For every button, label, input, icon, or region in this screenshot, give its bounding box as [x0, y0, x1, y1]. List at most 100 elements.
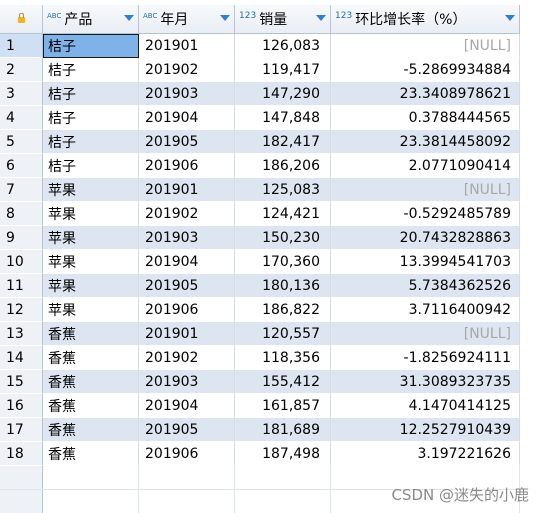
cell-growth[interactable]: 0.3788444565: [331, 106, 520, 130]
cell-sales[interactable]: 126,083: [235, 34, 331, 58]
cell-product[interactable]: 桔子: [43, 154, 139, 178]
table-row[interactable]: 3 桔子 201903 147,290 23.3408978621: [0, 82, 520, 106]
table-row[interactable]: 2 桔子 201902 119,417 -5.2869934884: [0, 58, 520, 82]
cell-yearmonth[interactable]: 201901: [139, 34, 235, 58]
row-number[interactable]: 14: [0, 346, 43, 370]
cell-product[interactable]: 苹果: [43, 274, 139, 298]
cell-growth[interactable]: 23.3408978621: [331, 82, 520, 106]
cell-yearmonth[interactable]: 201904: [139, 394, 235, 418]
table-row[interactable]: 1 桔子 201901 126,083 [NULL]: [0, 34, 520, 58]
table-row[interactable]: 11 苹果 201905 180,136 5.7384362526: [0, 274, 520, 298]
table-row[interactable]: 13 香蕉 201901 120,557 [NULL]: [0, 322, 520, 346]
column-header-growth[interactable]: 123 环比增长率（%）: [331, 5, 520, 33]
cell-growth[interactable]: 4.1470414125: [331, 394, 520, 418]
sort-filter-icon[interactable]: [124, 15, 134, 21]
sort-filter-icon[interactable]: [316, 15, 326, 21]
cell-product[interactable]: 桔子: [43, 82, 139, 106]
cell-yearmonth[interactable]: 201904: [139, 106, 235, 130]
row-number[interactable]: 13: [0, 322, 43, 346]
cell-sales[interactable]: 186,206: [235, 154, 331, 178]
cell-yearmonth[interactable]: 201906: [139, 298, 235, 322]
cell-product[interactable]: 桔子: [43, 58, 139, 82]
cell-product[interactable]: 香蕉: [43, 346, 139, 370]
row-number[interactable]: 3: [0, 82, 43, 106]
vertical-scroll-area[interactable]: [520, 0, 539, 513]
table-row[interactable]: 14 香蕉 201902 118,356 -1.8256924111: [0, 346, 520, 370]
cell-product[interactable]: 苹果: [43, 250, 139, 274]
row-number[interactable]: 16: [0, 394, 43, 418]
cell-yearmonth[interactable]: 201903: [139, 82, 235, 106]
cell-sales[interactable]: 187,498: [235, 442, 331, 466]
table-row[interactable]: 12 苹果 201906 186,822 3.7116400942: [0, 298, 520, 322]
cell-growth[interactable]: [NULL]: [331, 178, 520, 202]
cell-yearmonth[interactable]: 201902: [139, 58, 235, 82]
row-number[interactable]: 17: [0, 418, 43, 442]
cell-product[interactable]: 苹果: [43, 202, 139, 226]
column-header-yearmonth[interactable]: ABC 年月: [139, 5, 235, 33]
cell-yearmonth[interactable]: 201904: [139, 250, 235, 274]
row-number[interactable]: 15: [0, 370, 43, 394]
cell-growth[interactable]: 3.7116400942: [331, 298, 520, 322]
cell-growth[interactable]: 2.0771090414: [331, 154, 520, 178]
cell-growth[interactable]: 3.197221626: [331, 442, 520, 466]
cell-yearmonth[interactable]: 201903: [139, 226, 235, 250]
cell-growth[interactable]: [NULL]: [331, 322, 520, 346]
cell-yearmonth[interactable]: 201903: [139, 370, 235, 394]
cell-growth[interactable]: 13.3994541703: [331, 250, 520, 274]
cell-sales[interactable]: 182,417: [235, 130, 331, 154]
cell-product[interactable]: 香蕉: [43, 442, 139, 466]
cell-sales[interactable]: 120,557: [235, 322, 331, 346]
table-row[interactable]: 10 苹果 201904 170,360 13.3994541703: [0, 250, 520, 274]
cell-sales[interactable]: 161,857: [235, 394, 331, 418]
cell-sales[interactable]: 181,689: [235, 418, 331, 442]
table-row[interactable]: 4 桔子 201904 147,848 0.3788444565: [0, 106, 520, 130]
cell-sales[interactable]: 147,290: [235, 82, 331, 106]
row-number[interactable]: 12: [0, 298, 43, 322]
row-number[interactable]: 10: [0, 250, 43, 274]
cell-growth[interactable]: 23.3814458092: [331, 130, 520, 154]
cell-yearmonth[interactable]: 201902: [139, 346, 235, 370]
table-row[interactable]: 9 苹果 201903 150,230 20.7432828863: [0, 226, 520, 250]
row-number-header[interactable]: [0, 5, 43, 33]
cell-yearmonth[interactable]: 201901: [139, 322, 235, 346]
row-number[interactable]: 4: [0, 106, 43, 130]
cell-product[interactable]: 香蕉: [43, 418, 139, 442]
cell-sales[interactable]: 147,848: [235, 106, 331, 130]
row-number[interactable]: 2: [0, 58, 43, 82]
cell-product[interactable]: 桔子: [43, 106, 139, 130]
cell-sales[interactable]: 125,083: [235, 178, 331, 202]
cell-growth[interactable]: 5.7384362526: [331, 274, 520, 298]
cell-growth[interactable]: -1.8256924111: [331, 346, 520, 370]
cell-yearmonth[interactable]: 201905: [139, 130, 235, 154]
cell-growth[interactable]: 20.7432828863: [331, 226, 520, 250]
cell-growth[interactable]: -0.5292485789: [331, 202, 520, 226]
cell-sales[interactable]: 150,230: [235, 226, 331, 250]
cell-yearmonth[interactable]: 201901: [139, 178, 235, 202]
cell-yearmonth[interactable]: 201905: [139, 418, 235, 442]
row-number[interactable]: 7: [0, 178, 43, 202]
cell-product[interactable]: 苹果: [43, 178, 139, 202]
row-number[interactable]: 18: [0, 442, 43, 466]
sort-filter-icon[interactable]: [220, 15, 230, 21]
row-number[interactable]: 11: [0, 274, 43, 298]
cell-growth[interactable]: [NULL]: [331, 34, 520, 58]
cell-growth[interactable]: 31.3089323735: [331, 370, 520, 394]
cell-product[interactable]: 香蕉: [43, 322, 139, 346]
row-number[interactable]: 1: [0, 34, 43, 58]
cell-yearmonth[interactable]: 201906: [139, 442, 235, 466]
cell-product[interactable]: 苹果: [43, 298, 139, 322]
row-number[interactable]: 8: [0, 202, 43, 226]
table-row[interactable]: 15 香蕉 201903 155,412 31.3089323735: [0, 370, 520, 394]
cell-yearmonth[interactable]: 201902: [139, 202, 235, 226]
cell-sales[interactable]: 170,360: [235, 250, 331, 274]
column-header-product[interactable]: ABC 产品: [43, 5, 139, 33]
row-number[interactable]: 9: [0, 226, 43, 250]
row-number[interactable]: 6: [0, 154, 43, 178]
cell-sales[interactable]: 119,417: [235, 58, 331, 82]
cell-product[interactable]: 香蕉: [43, 370, 139, 394]
column-header-sales[interactable]: 123 销量: [235, 5, 331, 33]
cell-sales[interactable]: 180,136: [235, 274, 331, 298]
table-row[interactable]: 18 香蕉 201906 187,498 3.197221626: [0, 442, 520, 466]
cell-growth[interactable]: 12.2527910439: [331, 418, 520, 442]
table-row[interactable]: 6 桔子 201906 186,206 2.0771090414: [0, 154, 520, 178]
